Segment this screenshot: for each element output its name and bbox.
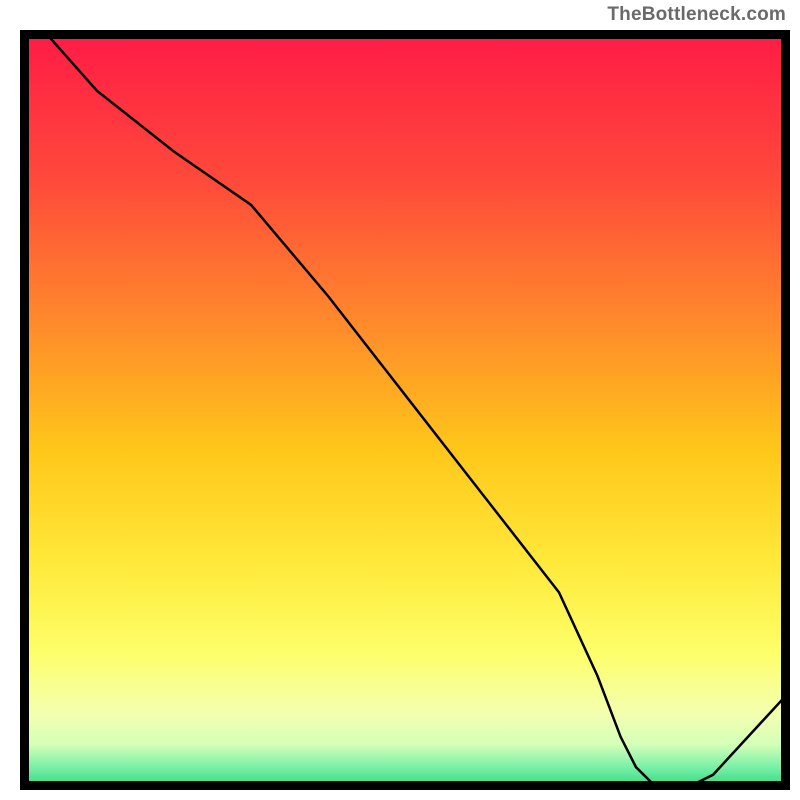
watermark-text: TheBottleneck.com — [607, 4, 786, 26]
bottleneck-chart — [0, 0, 800, 800]
plot-background — [20, 30, 790, 790]
chart-container: TheBottleneck.com — [0, 0, 800, 800]
